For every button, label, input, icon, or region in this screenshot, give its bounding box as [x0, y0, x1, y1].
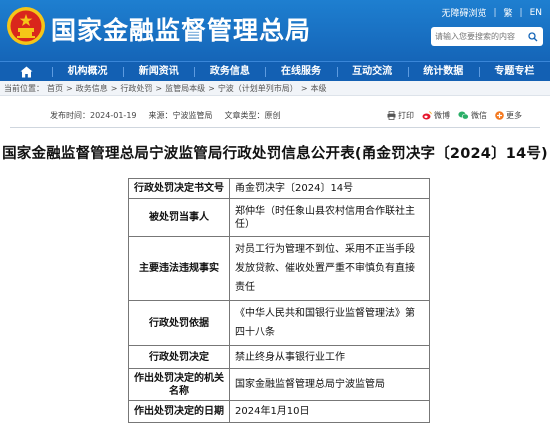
- english-link[interactable]: EN: [530, 8, 542, 18]
- nav-item-interaction[interactable]: 互动交流: [336, 62, 408, 82]
- site-header: 国家金融监督管理总局 无障碍浏览 | 繁 | EN: [0, 0, 550, 61]
- row-label: 被处罚当事人: [128, 198, 230, 237]
- content-divider: [10, 127, 540, 128]
- divider: |: [493, 7, 497, 18]
- article-meta: 发布时间：2024-01-19 来源：宁波监管局 文章类型：原创: [50, 110, 281, 121]
- search-button[interactable]: [525, 28, 541, 45]
- breadcrumb-item-ningbo[interactable]: 宁波（计划单列市局）: [218, 84, 298, 93]
- breadcrumb-separator: >: [300, 84, 308, 93]
- document-title: 国家金融监督管理总局宁波监管局行政处罚信息公开表(甬金罚决字〔2024〕14号): [2, 146, 548, 162]
- accessibility-link[interactable]: 无障碍浏览: [441, 6, 486, 19]
- wechat-icon: [458, 111, 469, 120]
- table-row: 行政处罚依据 《中华人民共和国银行业监督管理法》第四十八条: [128, 300, 430, 346]
- breadcrumb-item-current: 本级: [310, 84, 327, 93]
- nav-item-statistics[interactable]: 统计数据: [407, 62, 479, 82]
- nav-item-online-services[interactable]: 在线服务: [265, 62, 336, 82]
- row-value: 《中华人民共和国银行业监督管理法》第四十八条: [229, 300, 430, 346]
- traditional-chinese-link[interactable]: 繁: [504, 6, 513, 19]
- penalty-info-table: 行政处罚决定书文号 甬金罚决字〔2024〕14号 被处罚当事人 郑仲华（时任象山…: [128, 178, 430, 423]
- breadcrumb-separator: >: [110, 84, 118, 93]
- row-value: 甬金罚决字〔2024〕14号: [229, 178, 430, 199]
- breadcrumb-separator: >: [66, 84, 73, 93]
- row-label: 行政处罚决定: [128, 345, 230, 369]
- row-value: 禁止终身从事银行业工作: [229, 345, 430, 369]
- row-value: 国家金融监督管理总局宁波监管局: [229, 368, 430, 401]
- top-links: 无障碍浏览 | 繁 | EN: [441, 6, 542, 20]
- search-icon: [528, 31, 538, 41]
- breadcrumb-item-home[interactable]: 首页: [47, 84, 63, 93]
- national-emblem-icon: [7, 7, 45, 45]
- nav-item-special-topics[interactable]: 专题专栏: [478, 62, 550, 82]
- row-value: 对员工行为管理不到位、采用不正当手段发放贷款、催收处置严重不审慎负有直接责任: [229, 236, 430, 301]
- table-row: 行政处罚决定书文号 甬金罚决字〔2024〕14号: [128, 178, 430, 199]
- row-value: 郑仲华（时任象山县农村信用合作联社主任）: [229, 198, 430, 237]
- divider: |: [519, 7, 523, 18]
- printer-icon: [387, 111, 396, 120]
- home-button[interactable]: [0, 62, 52, 82]
- breadcrumb-item-government-info[interactable]: 政务信息: [76, 84, 108, 93]
- weibo-icon: [422, 111, 432, 120]
- breadcrumb: 当前位置： 首页 > 政务信息 > 行政处罚 > 监管局本级 > 宁波（计划单列市局） > 本级: [0, 81, 550, 96]
- home-icon: [20, 66, 32, 77]
- table-row: 行政处罚决定 禁止终身从事银行业工作: [128, 345, 430, 369]
- article-type: 文章类型：原创: [224, 111, 281, 120]
- nav-item-news[interactable]: 新闻资讯: [123, 62, 194, 82]
- row-label: 行政处罚决定书文号: [128, 178, 230, 199]
- share-bar: 打印 微博 微信 更多: [387, 110, 522, 121]
- breadcrumb-prefix: 当前位置：: [4, 84, 44, 93]
- main-nav: 机构概况 新闻资讯 政务信息 在线服务 互动交流 统计数据 专题专栏: [0, 61, 550, 81]
- print-button[interactable]: 打印: [387, 110, 414, 121]
- nav-item-about[interactable]: 机构概况: [52, 62, 123, 82]
- search-input[interactable]: [431, 28, 525, 45]
- row-label: 主要违法违规事实: [128, 236, 230, 301]
- row-value: 2024年1月10日: [229, 400, 430, 423]
- table-row: 作出处罚决定的日期 2024年1月10日: [128, 400, 430, 423]
- search-box: [431, 27, 543, 46]
- row-label: 行政处罚依据: [128, 300, 230, 346]
- table-row: 作出处罚决定的机关名称 国家金融监督管理总局宁波监管局: [128, 368, 430, 401]
- breadcrumb-separator: >: [155, 84, 163, 93]
- table-row: 主要违法违规事实 对员工行为管理不到位、采用不正当手段发放贷款、催收处置严重不审…: [128, 236, 430, 301]
- site-title[interactable]: 国家金融监督管理总局: [51, 11, 311, 47]
- row-label: 作出处罚决定的日期: [128, 400, 230, 423]
- more-share-button[interactable]: 更多: [495, 110, 522, 121]
- plus-icon: [495, 111, 504, 120]
- publish-date: 发布时间：2024-01-19: [50, 111, 137, 120]
- nav-item-government-info[interactable]: 政务信息: [194, 62, 265, 82]
- weibo-share-button[interactable]: 微博: [422, 110, 450, 121]
- breadcrumb-item-provincial[interactable]: 监管局本级: [165, 84, 205, 93]
- article-source: 来源：宁波监管局: [148, 111, 213, 120]
- breadcrumb-item-penalties[interactable]: 行政处罚: [120, 84, 152, 93]
- row-label: 作出处罚决定的机关名称: [128, 368, 230, 401]
- wechat-share-button[interactable]: 微信: [458, 110, 487, 121]
- table-row: 被处罚当事人 郑仲华（时任象山县农村信用合作联社主任）: [128, 198, 430, 237]
- breadcrumb-separator: >: [208, 84, 215, 93]
